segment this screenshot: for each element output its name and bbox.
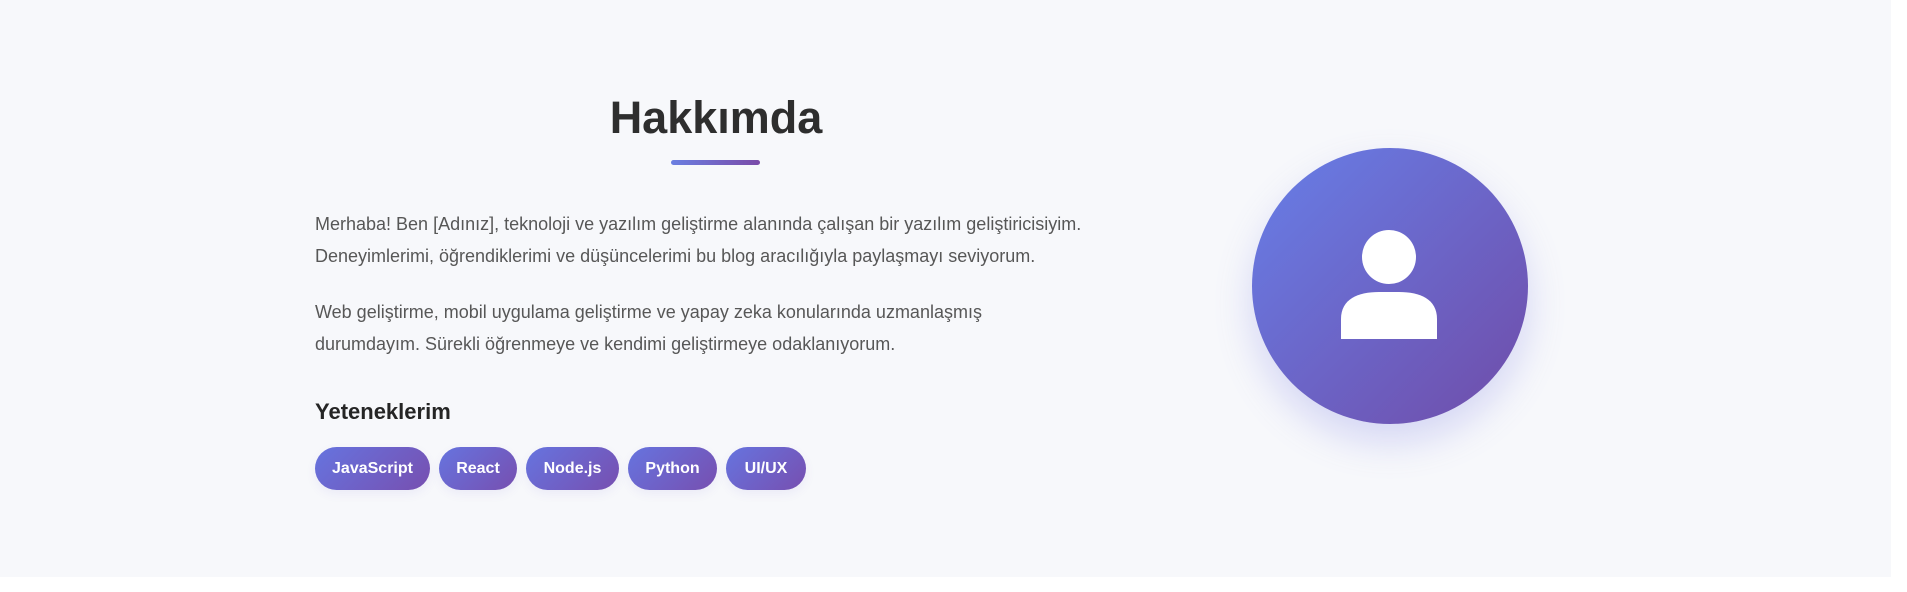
skill-tag-javascript: JavaScript xyxy=(315,447,430,490)
skills-heading: Yeteneklerim xyxy=(315,399,451,424)
page-title: Hakkımda xyxy=(609,92,823,143)
about-paragraph-1-line-1: Merhaba! Ben [Adınız], teknoloji ve yazı… xyxy=(315,214,1082,234)
skill-tag-python: Python xyxy=(628,447,717,490)
about-paragraph-1-line-2: Deneyimlerimi, öğrendiklerimi ve düşünce… xyxy=(315,246,1036,266)
title-underline xyxy=(671,160,760,165)
about-paragraph-2: Web geliştirme, mobil uygulama geliştirm… xyxy=(315,296,982,360)
page-edge-strip xyxy=(1891,0,1907,592)
about-section: Hakkımda Merhaba! Ben [Adınız], teknoloj… xyxy=(0,0,1907,577)
about-paragraph-1: Merhaba! Ben [Adınız], teknoloji ve yazı… xyxy=(315,208,1081,272)
skill-tag-react: React xyxy=(439,447,517,490)
skills-list: JavaScript React Node.js Python UI/UX xyxy=(315,447,806,490)
skill-tag-uiux: UI/UX xyxy=(726,447,806,490)
user-icon xyxy=(1341,230,1437,339)
skill-tag-nodejs: Node.js xyxy=(526,447,619,490)
about-paragraph-2-line-2: durumdayım. Sürekli öğrenmeye ve kendimi… xyxy=(315,334,896,354)
about-paragraph-2-line-1: Web geliştirme, mobil uygulama geliştirm… xyxy=(315,302,982,322)
avatar xyxy=(1252,148,1528,424)
